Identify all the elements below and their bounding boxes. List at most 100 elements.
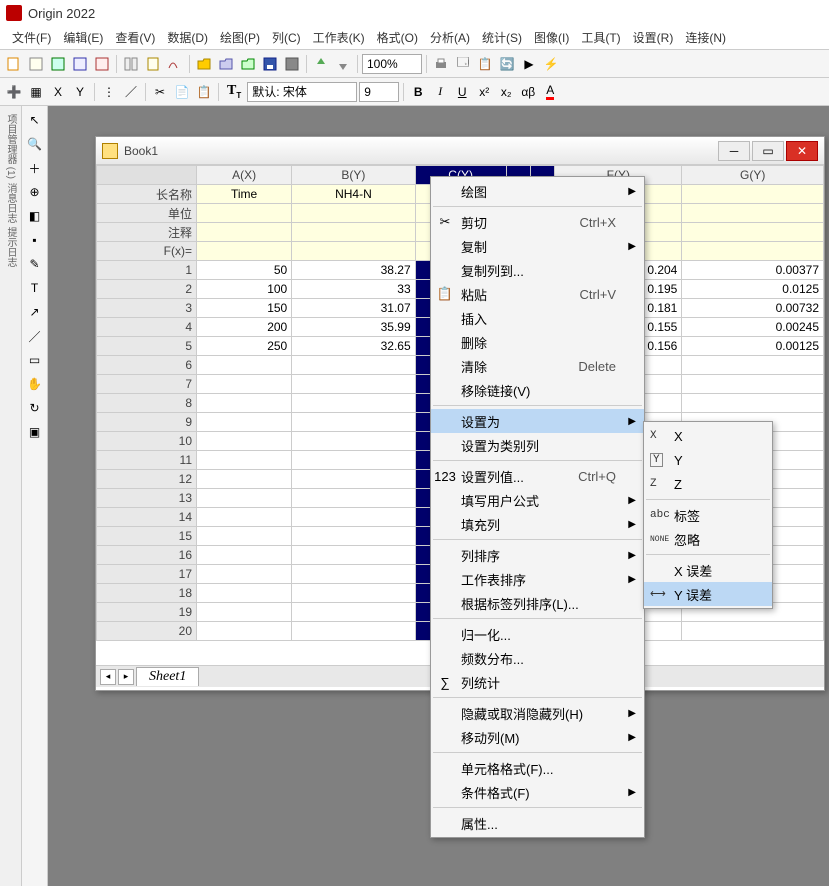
- dock-project-explorer[interactable]: 项目管理器 (1): [3, 114, 18, 179]
- dock-hint-log[interactable]: 提示日志: [3, 227, 18, 267]
- sheet-nav-first[interactable]: ◂: [100, 669, 116, 685]
- screen-reader-icon[interactable]: ⊕: [25, 182, 45, 202]
- new-excel-icon[interactable]: [48, 54, 68, 74]
- ctx-remove-link[interactable]: 移除链接(V): [431, 378, 644, 402]
- menu-data[interactable]: 数据(D): [161, 27, 214, 48]
- worksheet-icon[interactable]: ▦: [26, 82, 46, 102]
- row-meta-label[interactable]: 单位: [97, 204, 197, 223]
- data-cell[interactable]: [197, 451, 292, 470]
- row-number[interactable]: 12: [97, 470, 197, 489]
- meta-cell[interactable]: NH4-N: [292, 185, 415, 204]
- zoom-tool-icon[interactable]: 🔍: [25, 134, 45, 154]
- new-graph-icon[interactable]: [70, 54, 90, 74]
- text-icon[interactable]: T: [25, 278, 45, 298]
- data-cell[interactable]: [197, 565, 292, 584]
- menu-worksheet[interactable]: 工作表(K): [307, 27, 371, 48]
- data-cell[interactable]: [292, 470, 415, 489]
- scatter-icon[interactable]: ⋮: [99, 82, 119, 102]
- row-meta-label[interactable]: 注释: [97, 223, 197, 242]
- new-function-plot-icon[interactable]: [165, 54, 185, 74]
- ctx-properties[interactable]: 属性...: [431, 811, 644, 835]
- row-number[interactable]: 1: [97, 261, 197, 280]
- ctx-copy[interactable]: 复制▶: [431, 234, 644, 258]
- sub-set-z[interactable]: ZZ: [644, 472, 772, 496]
- new-workbook-icon[interactable]: [26, 54, 46, 74]
- sheet-nav-next[interactable]: ▸: [118, 669, 134, 685]
- paste-icon[interactable]: 📋: [194, 82, 214, 102]
- col-header[interactable]: A(X): [197, 166, 292, 185]
- new-layout-icon[interactable]: [121, 54, 141, 74]
- new-notes-icon[interactable]: [143, 54, 163, 74]
- data-cell[interactable]: [197, 375, 292, 394]
- data-cell[interactable]: [292, 356, 415, 375]
- data-cell[interactable]: 33: [292, 280, 415, 299]
- sub-set-none[interactable]: NONE忽略: [644, 527, 772, 551]
- new-matrix-icon[interactable]: [92, 54, 112, 74]
- data-cell[interactable]: [292, 527, 415, 546]
- menu-edit[interactable]: 编辑(E): [57, 27, 109, 48]
- row-number[interactable]: 15: [97, 527, 197, 546]
- recalculate-icon[interactable]: ⚡: [541, 54, 561, 74]
- data-cell[interactable]: [682, 622, 824, 641]
- ctx-paste[interactable]: 📋粘贴Ctrl+V: [431, 282, 644, 306]
- row-number[interactable]: 10: [97, 432, 197, 451]
- meta-cell[interactable]: [682, 242, 824, 261]
- copy-icon[interactable]: 📄: [172, 82, 192, 102]
- ctx-copy-columns[interactable]: 复制列到...: [431, 258, 644, 282]
- slideshow-icon[interactable]: ▶: [519, 54, 539, 74]
- print-icon[interactable]: [431, 54, 451, 74]
- open-excel-icon[interactable]: [238, 54, 258, 74]
- sub-set-y[interactable]: YY: [644, 448, 772, 472]
- ctx-set-as-categorical[interactable]: 设置为类别列: [431, 433, 644, 457]
- ctx-fill-user-formula[interactable]: 填写用户公式▶: [431, 488, 644, 512]
- meta-cell[interactable]: [197, 242, 292, 261]
- underline-button[interactable]: U: [452, 82, 472, 102]
- menu-format[interactable]: 格式(O): [371, 27, 424, 48]
- row-number[interactable]: 18: [97, 584, 197, 603]
- data-cell[interactable]: 35.99: [292, 318, 415, 337]
- data-cell[interactable]: [197, 413, 292, 432]
- font-combobox[interactable]: 默认: 宋体: [247, 82, 357, 102]
- row-meta-label[interactable]: F(x)=: [97, 242, 197, 261]
- data-cell[interactable]: 150: [197, 299, 292, 318]
- data-cell[interactable]: [197, 546, 292, 565]
- sub-set-xerr[interactable]: X 误差: [644, 558, 772, 582]
- data-cell[interactable]: 0.00245: [682, 318, 824, 337]
- data-reader-icon[interactable]: ＋: [25, 158, 45, 178]
- row-number[interactable]: 2: [97, 280, 197, 299]
- data-selector-icon[interactable]: ◧: [25, 206, 45, 226]
- meta-cell[interactable]: Time: [197, 185, 292, 204]
- meta-cell[interactable]: [197, 204, 292, 223]
- italic-button[interactable]: I: [430, 82, 450, 102]
- data-cell[interactable]: [197, 432, 292, 451]
- data-cell[interactable]: [292, 508, 415, 527]
- font-color-button[interactable]: A: [540, 82, 560, 102]
- row-number[interactable]: 11: [97, 451, 197, 470]
- text-tool-icon[interactable]: TT: [227, 83, 241, 100]
- data-cell[interactable]: [197, 470, 292, 489]
- row-number[interactable]: 8: [97, 394, 197, 413]
- font-size-combobox[interactable]: 9: [359, 82, 399, 102]
- menu-connectivity[interactable]: 连接(N): [679, 27, 732, 48]
- ctx-hide-columns[interactable]: 隐藏或取消隐藏列(H)▶: [431, 701, 644, 725]
- greek-button[interactable]: αβ: [518, 82, 538, 102]
- row-number[interactable]: 14: [97, 508, 197, 527]
- ctx-insert[interactable]: 插入: [431, 306, 644, 330]
- data-cell[interactable]: [292, 375, 415, 394]
- data-cell[interactable]: [292, 622, 415, 641]
- save-template-icon[interactable]: [282, 54, 302, 74]
- data-cell[interactable]: [292, 584, 415, 603]
- region-icon[interactable]: ▣: [25, 422, 45, 442]
- data-cell[interactable]: [197, 489, 292, 508]
- data-cell[interactable]: [197, 622, 292, 641]
- duplicate-icon[interactable]: 📋: [475, 54, 495, 74]
- row-number[interactable]: 13: [97, 489, 197, 508]
- ctx-fill-column[interactable]: 填充列▶: [431, 512, 644, 536]
- save-icon[interactable]: [260, 54, 280, 74]
- rotate-icon[interactable]: ↻: [25, 398, 45, 418]
- row-number[interactable]: 19: [97, 603, 197, 622]
- data-cell[interactable]: [292, 432, 415, 451]
- menu-analysis[interactable]: 分析(A): [424, 27, 476, 48]
- row-number[interactable]: 9: [97, 413, 197, 432]
- refresh-icon[interactable]: 🔄: [497, 54, 517, 74]
